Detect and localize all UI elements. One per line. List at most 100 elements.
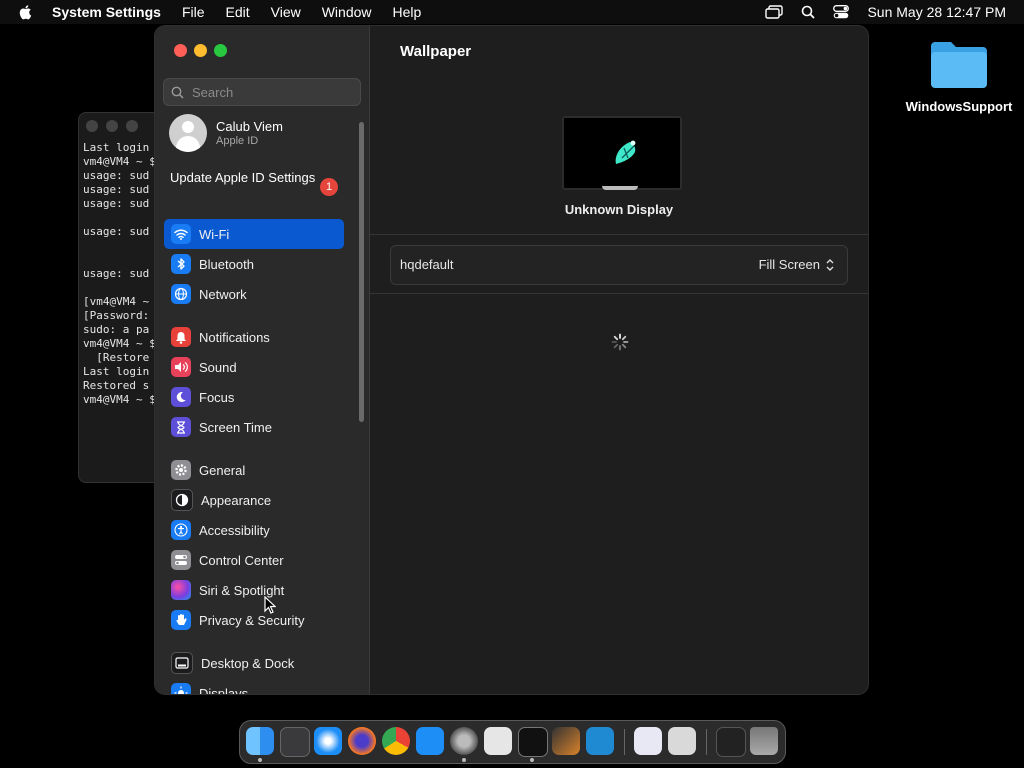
sidebar-item-privacy-security[interactable]: Privacy & Security [164, 605, 344, 635]
dock [239, 720, 786, 764]
sidebar-item-network[interactable]: Network [164, 279, 344, 309]
sidebar-item-label: Screen Time [199, 419, 272, 435]
sidebar-item-notifications[interactable]: Notifications [164, 322, 344, 352]
chrome-icon[interactable] [382, 727, 410, 755]
sun-icon [171, 683, 191, 694]
menu-edit[interactable]: Edit [226, 4, 250, 20]
fill-mode-popup[interactable]: Fill Screen [759, 257, 835, 272]
menu-window[interactable]: Window [322, 4, 372, 20]
dock-separator [624, 729, 625, 755]
sidebar-item-screen-time[interactable]: Screen Time [164, 412, 344, 442]
sidebar: Calub Viem Apple ID Update Apple ID Sett… [155, 26, 370, 694]
close-button[interactable] [174, 44, 187, 57]
siri-icon [171, 580, 191, 600]
gear-icon [171, 460, 191, 480]
loading-spinner-icon [611, 333, 629, 351]
display-stand [602, 186, 638, 190]
toggles-icon [171, 550, 191, 570]
control-center-icon[interactable] [833, 5, 850, 19]
mouse-cursor-icon [264, 596, 276, 614]
dock-icon [171, 652, 193, 674]
divider [370, 293, 868, 294]
wallpaper-row: hqdefault Fill Screen [390, 245, 848, 285]
sidebar-item-accessibility[interactable]: Accessibility [164, 515, 344, 545]
update-apple-id-item[interactable]: Update Apple ID Settings [170, 170, 340, 186]
dock-separator [706, 729, 707, 755]
running-indicator [258, 758, 262, 762]
sidebar-item-label: Focus [199, 389, 235, 405]
search-input[interactable] [190, 83, 354, 101]
sidebar-item-label: Appearance [201, 492, 272, 508]
launchpad-icon[interactable] [280, 727, 310, 757]
terminal-close-button[interactable] [86, 120, 98, 132]
search-field[interactable] [163, 78, 361, 106]
globe-icon [171, 284, 191, 304]
terminal-icon[interactable] [518, 727, 548, 757]
visual-studio-icon[interactable] [634, 727, 662, 755]
display-preview[interactable] [562, 116, 682, 190]
sidebar-item-label: Control Center [199, 552, 284, 568]
notification-badge: 1 [320, 178, 338, 196]
profile-subtitle: Apple ID [216, 135, 259, 147]
sidebar-item-label: General [199, 462, 246, 478]
sidebar-item-desktop-dock[interactable]: Desktop & Dock [164, 648, 344, 678]
downloads-stack-icon[interactable] [716, 727, 746, 757]
apple-id-profile[interactable]: Calub Viem Apple ID [169, 114, 283, 152]
moon-icon [171, 387, 191, 407]
page-title: Wallpaper [400, 43, 472, 60]
textedit-icon[interactable] [484, 727, 512, 755]
screen-mirroring-icon[interactable] [765, 5, 784, 19]
app-store-icon[interactable] [416, 727, 444, 755]
sidebar-scrollbar[interactable] [359, 122, 364, 422]
sidebar-item-label: Wi-Fi [199, 226, 230, 242]
system-settings-icon[interactable] [450, 727, 478, 755]
sidebar-item-wifi[interactable]: Wi-Fi [164, 219, 344, 249]
divider [370, 234, 868, 235]
sidebar-item-siri-spotlight[interactable]: Siri & Spotlight [164, 575, 344, 605]
appearance-icon [171, 489, 193, 511]
sidebar-item-displays[interactable]: Displays [164, 678, 344, 694]
firefox-icon[interactable] [348, 727, 376, 755]
sidebar-list[interactable]: Calub Viem Apple ID Update Apple ID Sett… [155, 112, 360, 694]
sidebar-item-label: Accessibility [199, 522, 270, 538]
safari-icon[interactable] [314, 727, 342, 755]
app-menu[interactable]: System Settings [52, 4, 161, 20]
sidebar-item-focus[interactable]: Focus [164, 382, 344, 412]
menu-view[interactable]: View [271, 4, 301, 20]
running-indicator [462, 758, 466, 762]
speaker-icon [171, 357, 191, 377]
sidebar-item-label: Privacy & Security [199, 612, 305, 628]
terminal-zoom-button[interactable] [126, 120, 138, 132]
wallpaper-pane: Wallpaper Unknown Display hqdefault Fill… [370, 26, 868, 694]
vscode-icon[interactable] [586, 727, 614, 755]
running-indicator [530, 758, 534, 762]
wallpaper-thumbnail-icon [615, 140, 636, 164]
trash-icon[interactable] [750, 727, 778, 755]
zoom-button[interactable] [214, 44, 227, 57]
spotlight-search-icon[interactable] [801, 5, 816, 19]
sidebar-item-appearance[interactable]: Appearance [164, 485, 344, 515]
menu-help[interactable]: Help [393, 4, 422, 20]
sidebar-item-label: Network [199, 286, 247, 302]
system-settings-window: Calub Viem Apple ID Update Apple ID Sett… [155, 26, 868, 694]
sidebar-item-bluetooth[interactable]: Bluetooth [164, 249, 344, 279]
menu-file[interactable]: File [182, 4, 205, 20]
menu-clock[interactable]: Sun May 28 12:47 PM [867, 4, 1006, 20]
minimize-button[interactable] [194, 44, 207, 57]
sidebar-item-general[interactable]: General [164, 455, 344, 485]
sidebar-item-label: Displays [199, 685, 249, 695]
avatar [169, 114, 207, 152]
sidebar-item-sound[interactable]: Sound [164, 352, 344, 382]
hourglass-icon [171, 417, 191, 437]
desktop-folder-label: WindowsSupport [905, 99, 1013, 114]
desktop-folder[interactable]: WindowsSupport [902, 38, 1016, 114]
bell-icon [171, 327, 191, 347]
finder-icon[interactable] [246, 727, 274, 755]
fill-mode-value: Fill Screen [758, 257, 820, 272]
terminal-minimize-button[interactable] [106, 120, 118, 132]
apple-menu-icon[interactable] [18, 4, 34, 20]
installer-icon[interactable] [668, 727, 696, 755]
garageband-icon[interactable] [552, 727, 580, 755]
sidebar-item-control-center[interactable]: Control Center [164, 545, 344, 575]
terminal-output: Last login vm4@VM4 ~ $ usage: sud usage:… [83, 141, 162, 406]
